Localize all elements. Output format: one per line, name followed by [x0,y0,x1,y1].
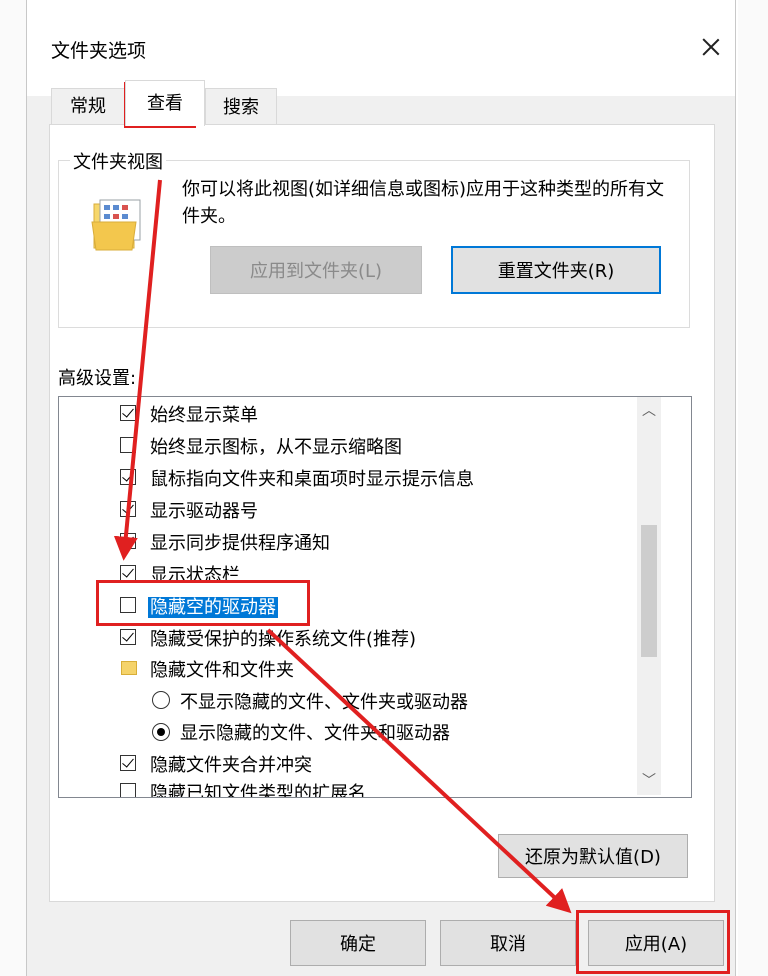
background-right [738,0,768,976]
cancel-button[interactable]: 取消 [440,920,576,966]
advanced-settings-label: 高级设置: [58,368,137,389]
list-item-group: 隐藏文件和文件夹 [150,660,294,681]
folder-view-icon [91,199,141,251]
list-item[interactable]: 显示隐藏的文件、文件夹和驱动器 [180,719,450,745]
radio-show-hidden[interactable] [152,723,170,741]
annotation-box-hide-empty-drives [96,580,310,626]
dialog-title: 文件夹选项 [51,40,147,62]
radio-dont-show-hidden[interactable] [152,691,170,709]
list-item[interactable]: 隐藏文件夹合并冲突 [150,751,312,777]
scroll-thumb[interactable] [641,525,657,657]
folder-views-description: 你可以将此视图(如详细信息或图标)应用于这种类型的所有文件夹。 [182,179,665,227]
list-item[interactable]: 显示驱动器号 [150,497,258,523]
list-item[interactable]: 显示同步提供程序通知 [150,529,330,555]
ok-button[interactable]: 确定 [290,920,426,966]
checkbox-always-show-icons[interactable] [120,437,136,453]
checkbox-always-show-menus[interactable] [120,405,136,421]
scroll-up-icon[interactable]: ︿ [637,397,661,425]
checkbox-show-status-bar[interactable] [120,565,136,581]
apply-to-folders-button[interactable]: 应用到文件夹(L) [210,246,422,294]
checkbox-hide-protected-os-files[interactable] [120,629,136,645]
clipped-row-container: 隐藏已知文件类型的扩展名 [60,778,634,797]
list-item[interactable]: 鼠标指向文件夹和桌面项时显示提示信息 [150,465,474,491]
tab-view[interactable]: 查看 [125,80,205,126]
reset-folders-button[interactable]: 重置文件夹(R) [451,246,661,294]
folder-views-label: 文件夹视图 [70,148,166,174]
list-item[interactable]: 始终显示菜单 [150,401,258,427]
list-item[interactable]: 隐藏已知文件类型的扩展名 [150,779,366,797]
scroll-down-icon[interactable]: ﹀ [637,767,661,795]
checkbox-hide-merge-conflicts[interactable] [120,755,136,771]
checkbox-show-popup-info[interactable] [120,469,136,485]
list-scrollbar[interactable]: ︿ ﹀ [637,397,661,795]
list-item[interactable]: 隐藏受保护的操作系统文件(推荐) [150,625,416,651]
close-icon[interactable] [691,30,731,64]
list-item[interactable]: 始终显示图标，从不显示缩略图 [150,433,402,459]
list-item[interactable]: 不显示隐藏的文件、文件夹或驱动器 [180,688,468,714]
tab-search[interactable]: 搜索 [205,88,277,124]
annotation-box-apply-button [576,910,730,974]
checkbox-show-drive-letters[interactable] [120,501,136,517]
folder-icon [121,661,137,675]
checkbox-show-sync-notifications[interactable] [120,533,136,549]
checkbox-hide-extensions[interactable] [120,783,136,797]
restore-defaults-button[interactable]: 还原为默认值(D) [498,834,688,878]
background-left [0,0,26,976]
tab-general[interactable]: 常规 [51,88,125,124]
